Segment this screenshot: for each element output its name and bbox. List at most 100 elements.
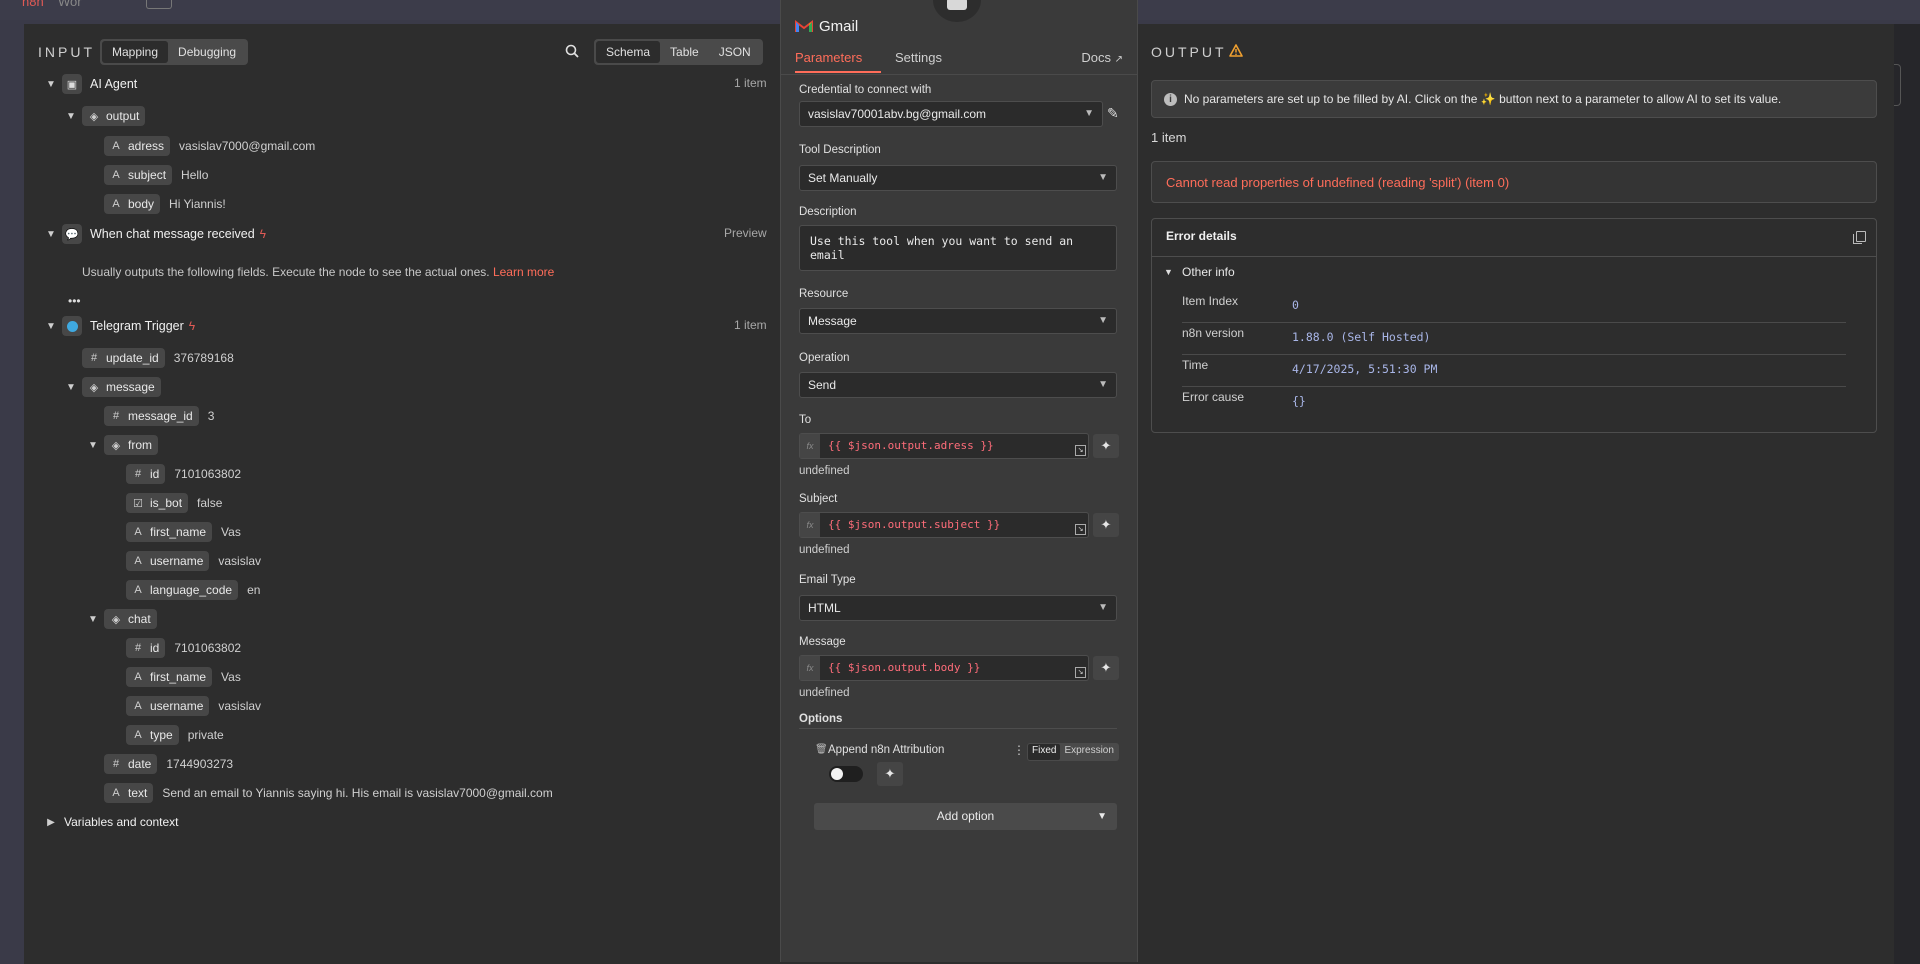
field-row: Asubject Hello bbox=[104, 165, 208, 185]
string-type-icon: A bbox=[134, 729, 142, 741]
tool-description-select[interactable]: Set Manually ▼ bbox=[799, 165, 1117, 191]
field-name[interactable]: update_id bbox=[106, 351, 159, 365]
field-name[interactable]: body bbox=[128, 197, 154, 211]
chat-icon: 💬 bbox=[62, 224, 82, 244]
node-title[interactable]: Gmail bbox=[819, 18, 858, 35]
chevron-down-icon[interactable]: ▼ bbox=[64, 380, 78, 394]
variables-context-row[interactable]: ▶ Variables and context bbox=[44, 812, 178, 832]
chevron-down-icon[interactable]: ▼ bbox=[44, 227, 58, 241]
workflow-name[interactable]: Wor bbox=[58, 0, 82, 9]
more-vert-icon[interactable]: ⋮ bbox=[1013, 743, 1025, 757]
chat-trigger-node-row[interactable]: ▼ 💬 When chat message received ϟ bbox=[44, 224, 266, 244]
from-object-row[interactable]: ▼ ◈ from bbox=[86, 435, 158, 455]
field-name[interactable]: id bbox=[150, 641, 159, 655]
field-name[interactable]: is_bot bbox=[150, 496, 182, 510]
chevron-down-icon[interactable]: ▼ bbox=[64, 109, 78, 123]
field-name[interactable]: username bbox=[150, 554, 203, 568]
number-type-icon: # bbox=[134, 642, 142, 654]
output-object-row[interactable]: ▼ ◈ output bbox=[64, 106, 146, 126]
toggle-knob bbox=[831, 768, 843, 780]
trash-icon[interactable]: 🗑 bbox=[815, 744, 828, 755]
field-name[interactable]: text bbox=[128, 786, 147, 800]
detail-value: 1.88.0 (Self Hosted) bbox=[1292, 330, 1431, 344]
table-tab[interactable]: Table bbox=[660, 41, 709, 63]
chevron-down-icon: ▼ bbox=[1098, 379, 1108, 390]
ai-sparkle-button[interactable]: ✦ bbox=[1093, 513, 1119, 537]
copy-icon[interactable] bbox=[1853, 231, 1866, 244]
field-row: Ausername vasislav bbox=[126, 551, 261, 571]
fixed-option[interactable]: Fixed bbox=[1028, 744, 1061, 760]
field-name[interactable]: first_name bbox=[150, 525, 206, 539]
description-textarea[interactable]: Use this tool when you want to send an e… bbox=[799, 225, 1117, 271]
field-name[interactable]: subject bbox=[128, 168, 166, 182]
ai-sparkle-button[interactable]: ✦ bbox=[1093, 434, 1119, 458]
detail-value: 4/17/2025, 5:51:30 PM bbox=[1292, 362, 1438, 376]
message-expression-input[interactable]: fx {{ $json.output.body }} ↘ bbox=[799, 655, 1089, 681]
fixed-expression-toggle: Fixed Expression bbox=[1027, 743, 1119, 761]
telegram-node-row[interactable]: ▼ Telegram Trigger ϟ bbox=[44, 316, 195, 336]
field-name[interactable]: output bbox=[106, 109, 139, 123]
field-name[interactable]: from bbox=[128, 438, 152, 452]
field-name[interactable]: chat bbox=[128, 612, 151, 626]
trigger-bolt-icon: ϟ bbox=[259, 227, 267, 241]
field-name[interactable]: message_id bbox=[128, 409, 193, 423]
email-type-value: HTML bbox=[808, 601, 841, 615]
other-info-toggle[interactable]: ▼ Other info bbox=[1164, 265, 1235, 279]
node-parameters-panel: Gmail Parameters Settings Docs ↗ Credent… bbox=[780, 0, 1138, 962]
warning-icon bbox=[1229, 44, 1243, 57]
mapping-tab[interactable]: Mapping bbox=[102, 41, 169, 63]
expand-icon[interactable]: ↘ bbox=[1075, 445, 1086, 456]
number-type-icon: # bbox=[112, 758, 120, 770]
expand-icon[interactable]: ↘ bbox=[1075, 667, 1086, 678]
ai-sparkle-button[interactable]: ✦ bbox=[1093, 656, 1119, 680]
field-value: vasislav7000@gmail.com bbox=[179, 139, 316, 153]
field-name[interactable]: date bbox=[128, 757, 151, 771]
field-name[interactable]: id bbox=[150, 467, 159, 481]
field-name[interactable]: language_code bbox=[150, 583, 232, 597]
credential-select[interactable]: vasislav70001abv.bg@gmail.com ▼ bbox=[799, 101, 1103, 127]
more-dots[interactable]: ••• bbox=[68, 294, 81, 308]
chat-object-row[interactable]: ▼ ◈ chat bbox=[86, 609, 157, 629]
edit-pencil-icon[interactable]: ✎ bbox=[1107, 105, 1119, 122]
field-name[interactable]: username bbox=[150, 699, 203, 713]
debugging-tab[interactable]: Debugging bbox=[168, 41, 246, 63]
resource-select[interactable]: Message ▼ bbox=[799, 308, 1117, 334]
field-name[interactable]: type bbox=[150, 728, 173, 742]
error-message: Cannot read properties of undefined (rea… bbox=[1166, 175, 1510, 190]
learn-more-link[interactable]: Learn more bbox=[493, 265, 554, 279]
chevron-down-icon[interactable]: ▼ bbox=[44, 319, 58, 333]
other-info-label: Other info bbox=[1182, 265, 1235, 279]
subject-expression-input[interactable]: fx {{ $json.output.subject }} ↘ bbox=[799, 512, 1089, 538]
menu-button[interactable] bbox=[146, 0, 172, 9]
detail-key: Time bbox=[1182, 358, 1209, 372]
detail-row: Error cause {} bbox=[1182, 386, 1846, 418]
message-object-row[interactable]: ▼ ◈ message bbox=[64, 377, 161, 397]
field-name[interactable]: first_name bbox=[150, 670, 206, 684]
json-tab[interactable]: JSON bbox=[709, 41, 761, 63]
operation-select[interactable]: Send ▼ bbox=[799, 372, 1117, 398]
field-row: # message_id 3 bbox=[104, 406, 214, 426]
tool-description-value: Set Manually bbox=[808, 171, 878, 185]
chevron-down-icon[interactable]: ▼ bbox=[44, 77, 58, 91]
field-value: Hi Yiannis! bbox=[169, 197, 226, 211]
schema-tab[interactable]: Schema bbox=[596, 41, 661, 63]
chevron-down-icon[interactable]: ▼ bbox=[86, 612, 100, 626]
add-option-button[interactable]: Add option ▼ bbox=[814, 803, 1117, 830]
canvas-button[interactable] bbox=[1894, 64, 1901, 106]
attribution-toggle[interactable] bbox=[829, 766, 863, 782]
field-name[interactable]: adress bbox=[128, 139, 164, 153]
error-details-panel: Error details ▼ Other info Item Index 0 n… bbox=[1151, 218, 1877, 433]
docs-link[interactable]: Docs ↗ bbox=[1081, 50, 1123, 65]
expand-icon[interactable]: ↘ bbox=[1075, 524, 1086, 535]
ai-sparkle-button[interactable]: ✦ bbox=[877, 762, 903, 786]
field-name[interactable]: message bbox=[106, 380, 155, 394]
chevron-down-icon[interactable]: ▼ bbox=[86, 438, 100, 452]
chevron-right-icon[interactable]: ▶ bbox=[44, 815, 58, 829]
ai-agent-node-row[interactable]: ▼ ▣ AI Agent bbox=[44, 74, 137, 94]
tab-settings[interactable]: Settings bbox=[895, 50, 942, 65]
to-expression-input[interactable]: fx {{ $json.output.adress }} ↘ bbox=[799, 433, 1089, 459]
email-type-select[interactable]: HTML ▼ bbox=[799, 595, 1117, 621]
expression-option[interactable]: Expression bbox=[1060, 744, 1117, 760]
tab-parameters[interactable]: Parameters bbox=[795, 50, 862, 65]
search-icon[interactable] bbox=[565, 44, 579, 58]
